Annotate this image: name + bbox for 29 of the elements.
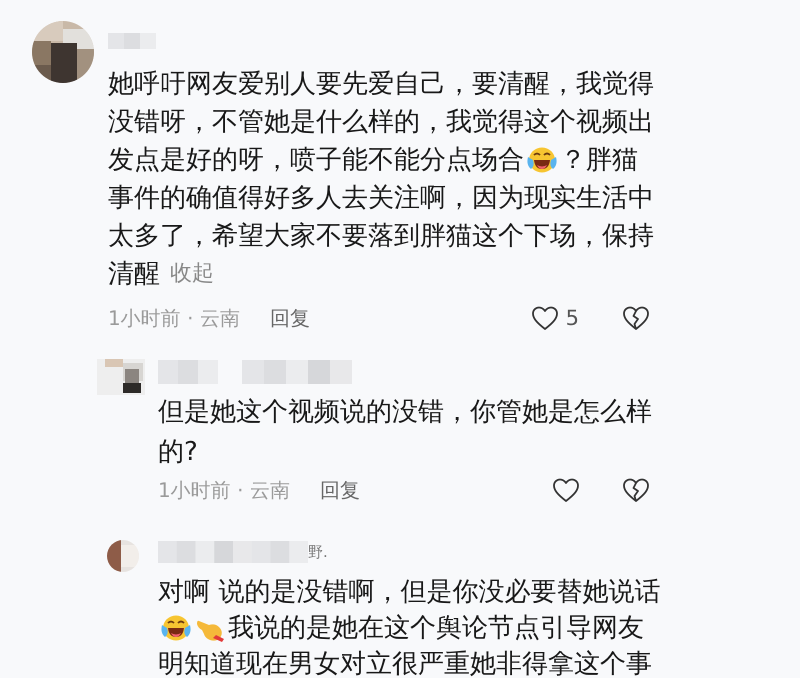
comment-text: 明知道现在男女对立很严重她非得拿这个事 xyxy=(158,648,652,678)
comment-text: 对啊 说的是没错啊，但是你没必要替她说话 xyxy=(158,576,660,608)
avatar xyxy=(97,359,145,395)
laughing-crying-emoji-icon xyxy=(160,613,192,643)
blurred-username xyxy=(158,360,218,384)
comment-text: 太多了，希望大家不要落到胖猫这个下场，保持 xyxy=(108,220,654,253)
comment-text: 我说的是她在这个舆论节点引导网友 xyxy=(228,612,644,644)
reply-link[interactable]: 回复 xyxy=(270,304,310,332)
reply-link[interactable]: 回复 xyxy=(320,476,360,504)
username-text: 野. xyxy=(308,542,328,562)
comment-text: 她呼吁网友爱别人要先爱自己，要清醒，我觉得 xyxy=(108,68,654,101)
blurred-username xyxy=(108,33,156,49)
comment-text: 事件的确值得好多人去关注啊，因为现实生活中 xyxy=(108,182,654,215)
heart-icon[interactable] xyxy=(553,478,579,502)
collapse-link[interactable]: 收起 xyxy=(170,255,214,293)
comment-text: 的? xyxy=(158,436,198,469)
comment-text: 但是她这个视频说的没错，你管她是怎么样 xyxy=(158,396,652,429)
laughing-crying-emoji-icon xyxy=(526,145,558,175)
comment-text: ？胖猫 xyxy=(560,144,638,177)
comment-text: 清醒 xyxy=(108,258,160,291)
heart-icon[interactable] xyxy=(532,306,558,330)
broken-heart-icon[interactable] xyxy=(623,306,649,330)
timestamp-location: 1小时前 · 云南 xyxy=(108,304,240,332)
timestamp-location: 1小时前 · 云南 xyxy=(158,476,290,504)
comment-text: 发点是好的呀，喷子能不能分点场合 xyxy=(108,144,524,177)
avatar xyxy=(107,539,139,573)
comment-text: 没错呀，不管她是什么样的，我觉得这个视频出 xyxy=(108,106,654,139)
like-count: 5 xyxy=(566,306,579,330)
broken-heart-icon[interactable] xyxy=(623,478,649,502)
